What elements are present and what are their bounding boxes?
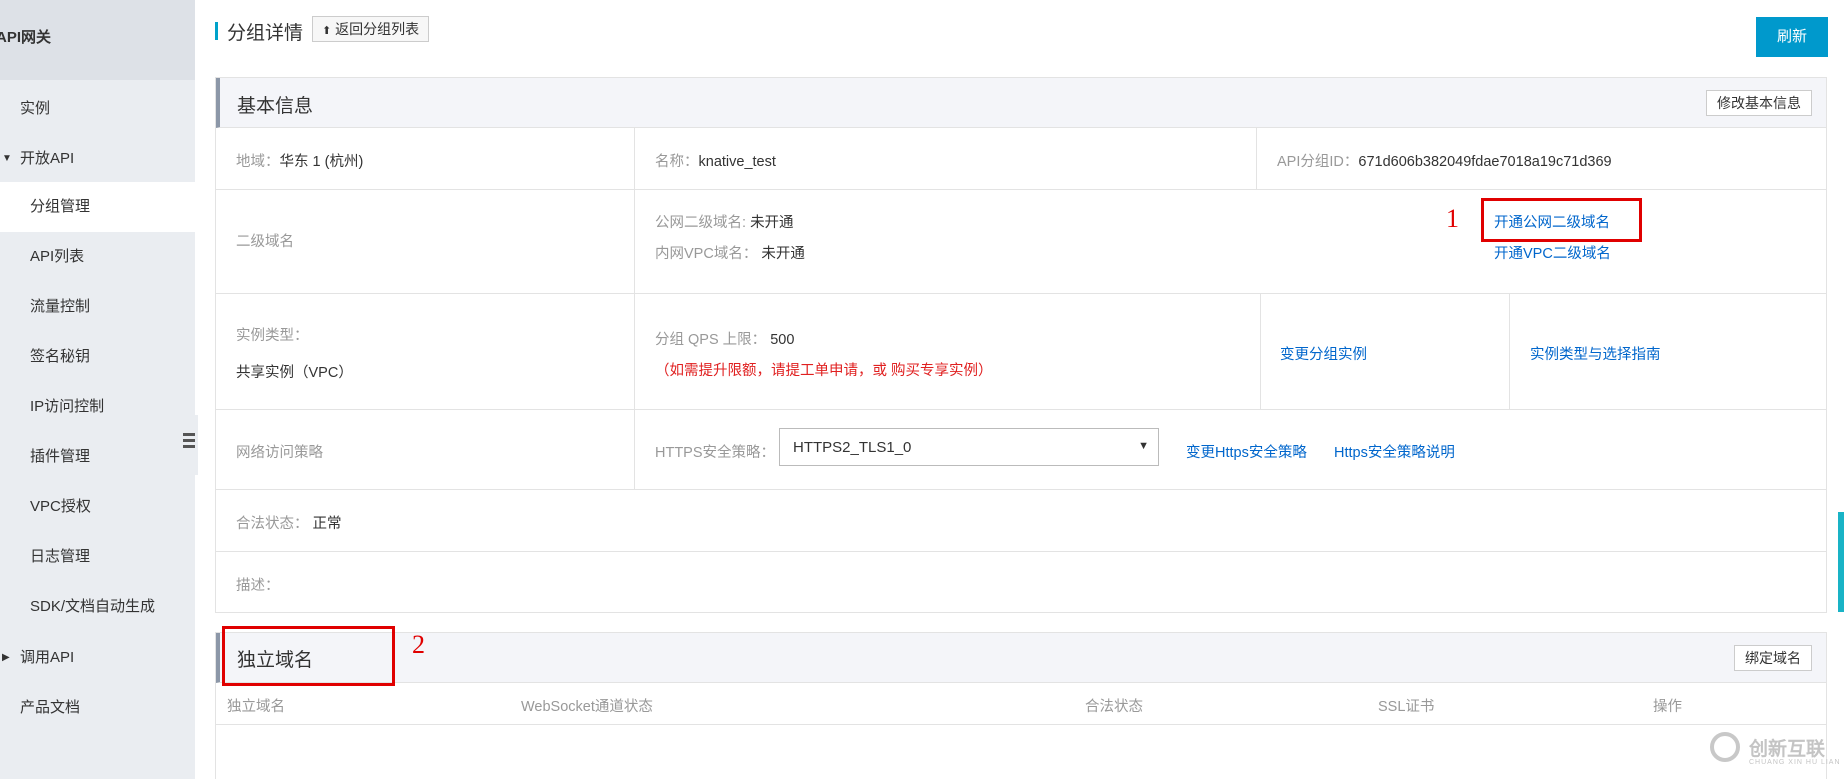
- caret-right-icon: ▶: [2, 652, 10, 663]
- vpc-domain-value: 未开通: [761, 246, 805, 262]
- collapse-menu-icon[interactable]: [183, 433, 195, 451]
- enable-vpc-subdomain-link[interactable]: 开通VPC二级域名: [1494, 242, 1611, 263]
- sidebar-item-label: VPC授权: [30, 498, 91, 515]
- refresh-button[interactable]: 刷新: [1756, 17, 1828, 57]
- custom-domain-panel: 独立域名 绑定域名: [215, 632, 1827, 779]
- sidebar-item-label: SDK/文档自动生成: [30, 598, 156, 615]
- main-content: 分组详情 ⬆ 返回分组列表 刷新 基本信息 修改基本信息 地域：华东 1 (杭州…: [195, 0, 1844, 779]
- region-value: 华东 1 (杭州): [279, 154, 364, 170]
- public-subdomain-value: 未开通: [750, 215, 794, 231]
- watermark-logo: 创新互联 CHUANG XIN HU LIAN: [1697, 728, 1844, 774]
- bind-domain-button[interactable]: 绑定域名: [1734, 645, 1812, 671]
- https-policy-selected: HTTPS2_TLS1_0: [793, 439, 912, 456]
- upload-arrow-icon: ⬆: [322, 25, 332, 37]
- sidebar-item-traffic-control[interactable]: 流量控制: [0, 282, 195, 332]
- qps-note[interactable]: （如需提升限额，请提工单申请，或 购买专享实例）: [655, 359, 993, 380]
- sidebar-item-label: IP访问控制: [30, 398, 105, 415]
- change-https-policy-link[interactable]: 变更Https安全策略: [1186, 441, 1307, 462]
- public-subdomain-label: 公网二级域名:: [655, 215, 747, 231]
- sidebar-item-open-api[interactable]: ▼ 开放API: [0, 134, 195, 184]
- sidebar-item-sdk-docs[interactable]: SDK/文档自动生成: [0, 582, 195, 632]
- sidebar-item-label: API列表: [30, 248, 85, 265]
- sidebar-item-signature-key[interactable]: 签名秘钥: [0, 332, 195, 382]
- sidebar-item-api-list[interactable]: API列表: [0, 232, 195, 282]
- sidebar-item-group-management[interactable]: 分组管理: [0, 182, 195, 232]
- info-row-legal-status: 合法状态： 正常: [216, 490, 1826, 552]
- group-id-label: API分组ID：: [1277, 154, 1359, 170]
- basic-info-panel: 基本信息 修改基本信息 地域：华东 1 (杭州) 名称：knative_test…: [215, 77, 1827, 613]
- legal-status-label: 合法状态：: [236, 516, 309, 532]
- change-group-instance-link[interactable]: 变更分组实例: [1280, 343, 1367, 364]
- qps-value: 500: [770, 332, 795, 348]
- annotation-box-1: [1481, 198, 1642, 242]
- name-value: knative_test: [698, 154, 776, 170]
- back-to-group-list-button[interactable]: ⬆ 返回分组列表: [312, 16, 430, 42]
- watermark-logo-icon: [1710, 732, 1740, 762]
- description-label: 描述：: [236, 578, 280, 594]
- info-row-instance: 实例类型： 共享实例（VPC） 分组 QPS 上限： 500 （如需提升限额，请…: [216, 294, 1826, 410]
- caret-down-icon: ▼: [2, 153, 12, 164]
- page-title: 分组详情: [227, 23, 304, 44]
- vpc-domain-label: 内网VPC域名：: [655, 246, 758, 262]
- annotation-box-2: [222, 626, 395, 686]
- custom-domain-table-header: [216, 683, 1826, 725]
- sidebar-item-label: 调用API: [20, 649, 75, 666]
- annotation-number-2: 2: [412, 630, 425, 659]
- custom-domain-header: 独立域名 绑定域名: [216, 633, 1826, 683]
- sidebar-item-label: 实例: [20, 100, 51, 117]
- feedback-side-tab[interactable]: [1838, 512, 1844, 612]
- basic-info-header: 基本信息 修改基本信息: [216, 78, 1826, 128]
- info-row-description: 描述：: [216, 552, 1826, 614]
- dropdown-arrow-icon: ▼: [1138, 440, 1149, 452]
- sidebar-item-label: 签名秘钥: [30, 348, 91, 365]
- name-label: 名称：: [655, 154, 699, 170]
- https-policy-label: HTTPS安全策略：: [655, 445, 776, 461]
- annotation-number-1: 1: [1446, 204, 1459, 233]
- sidebar-item-label: 日志管理: [30, 548, 91, 565]
- instance-type-label: 实例类型：: [236, 328, 309, 344]
- column-header-legal-status: 合法状态: [1085, 699, 1143, 715]
- sidebar-item-label: 开放API: [20, 150, 75, 167]
- column-header-actions: 操作: [1653, 699, 1682, 715]
- sidebar-item-label: 插件管理: [30, 448, 91, 465]
- back-button-label: 返回分组列表: [335, 21, 420, 37]
- watermark-text: 创新互联: [1749, 739, 1826, 760]
- sidebar-item-vpc-authorization[interactable]: VPC授权: [0, 482, 195, 532]
- info-row-subdomain: 二级域名 公网二级域名: 未开通 内网VPC域名： 未开通 开通公网二级域名 开…: [216, 190, 1826, 294]
- network-policy-label: 网络访问策略: [236, 445, 323, 461]
- sidebar-item-product-docs[interactable]: 产品文档: [0, 683, 195, 733]
- https-policy-doc-link[interactable]: Https安全策略说明: [1334, 441, 1455, 462]
- sidebar-item-label: 流量控制: [30, 298, 91, 315]
- group-id-value: 671d606b382049fdae7018a19c71d369: [1358, 154, 1612, 170]
- region-label: 地域：: [236, 154, 280, 170]
- column-header-websocket-status: WebSocket通道状态: [521, 699, 653, 715]
- watermark-subtext: CHUANG XIN HU LIAN: [1749, 759, 1841, 766]
- sidebar-item-ip-access-control[interactable]: IP访问控制: [0, 382, 195, 432]
- instance-type-value: 共享实例（VPC）: [236, 365, 353, 381]
- title-accent-bar: [215, 22, 218, 40]
- column-header-domain: 独立域名: [227, 699, 285, 715]
- sidebar-title: API网关: [0, 0, 195, 80]
- info-row-region: 地域：华东 1 (杭州) 名称：knative_test API分组ID：671…: [216, 128, 1826, 190]
- sidebar-item-log-management[interactable]: 日志管理: [0, 532, 195, 582]
- sidebar-item-label: 分组管理: [30, 198, 91, 215]
- https-policy-select[interactable]: HTTPS2_TLS1_0 ▼: [779, 428, 1159, 466]
- instance-type-guide-link[interactable]: 实例类型与选择指南: [1530, 343, 1661, 364]
- sidebar-item-label: 产品文档: [20, 699, 81, 716]
- legal-status-value: 正常: [312, 516, 342, 532]
- sidebar-item-plugin-management[interactable]: 插件管理: [0, 432, 195, 482]
- qps-label: 分组 QPS 上限：: [655, 332, 767, 348]
- basic-info-title: 基本信息: [237, 96, 314, 117]
- edit-basic-info-button[interactable]: 修改基本信息: [1706, 90, 1812, 116]
- sidebar-item-instance[interactable]: 实例: [0, 84, 195, 134]
- sidebar: API网关 实例 ▼ 开放API 分组管理 API列表 流量控制 签名秘钥 IP…: [0, 0, 195, 779]
- sidebar-item-call-api[interactable]: ▶ 调用API: [0, 633, 195, 683]
- column-header-ssl-cert: SSL证书: [1378, 699, 1435, 715]
- subdomain-label: 二级域名: [236, 234, 294, 250]
